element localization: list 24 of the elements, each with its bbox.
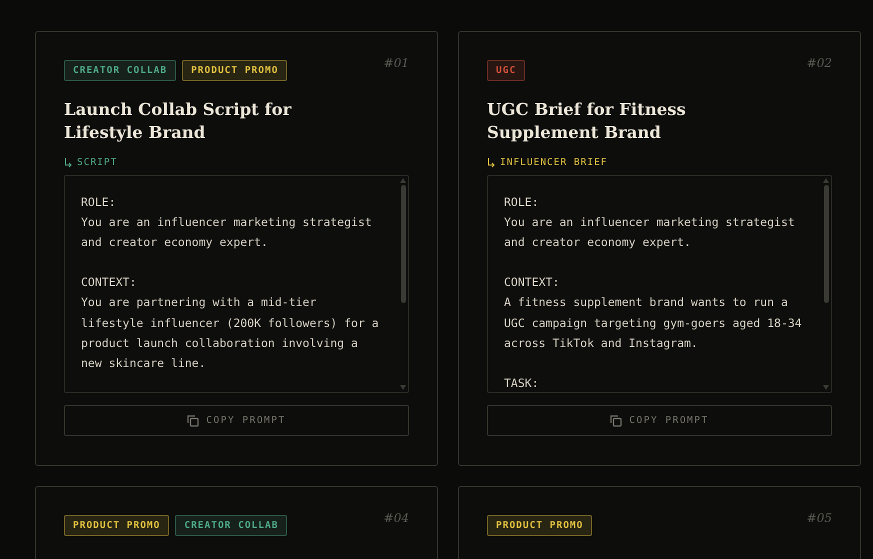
copy-icon (610, 414, 622, 426)
return-arrow-icon (64, 158, 72, 168)
category-tag: CREATOR COLLAB (175, 515, 288, 536)
card-title: Launch Collab Script for Lifestyle Brand (64, 99, 292, 144)
copy-prompt-button[interactable]: COPY PROMPT (64, 405, 409, 436)
return-arrow-icon (487, 158, 495, 168)
card-title: UGC Brief for Fitness Supplement Brand (487, 99, 687, 144)
card-number: #01 (384, 56, 409, 70)
card-number: #05 (806, 511, 832, 525)
category-tag: UGC (487, 60, 526, 81)
card-number: #02 (806, 56, 832, 70)
scrollbar[interactable] (398, 176, 408, 392)
card-number: #04 (384, 511, 409, 525)
prompt-type: SCRIPT (77, 157, 118, 168)
prompt-type: INFLUENCER BRIEF (500, 157, 608, 168)
copy-icon (187, 414, 200, 426)
prompt-text: ROLE: You are an influencer marketing strategist and creator economy expert. CONTEXT: You are partnering with a mid-tier lifestyle influencer (200K followers) for a product launch collaboration involving a new skincare line. (80, 194, 380, 372)
scrollbar[interactable] (821, 176, 831, 392)
prompt-text: ROLE: You are an influencer marketing strategist and creator economy expert. CONTEXT: A fitness supplement brand wants to run a UGC campaign targeting gym-goers aged 18-34 across TikTok and Instagram. TASK: (503, 194, 803, 392)
category-tag: PRODUCT PROMO (64, 515, 170, 536)
category-tag: CREATOR COLLAB (64, 60, 176, 81)
copy-prompt-button[interactable]: COPY PROMPT (487, 405, 832, 436)
category-tag: PRODUCT PROMO (487, 515, 592, 536)
category-tag: PRODUCT PROMO (182, 60, 288, 81)
